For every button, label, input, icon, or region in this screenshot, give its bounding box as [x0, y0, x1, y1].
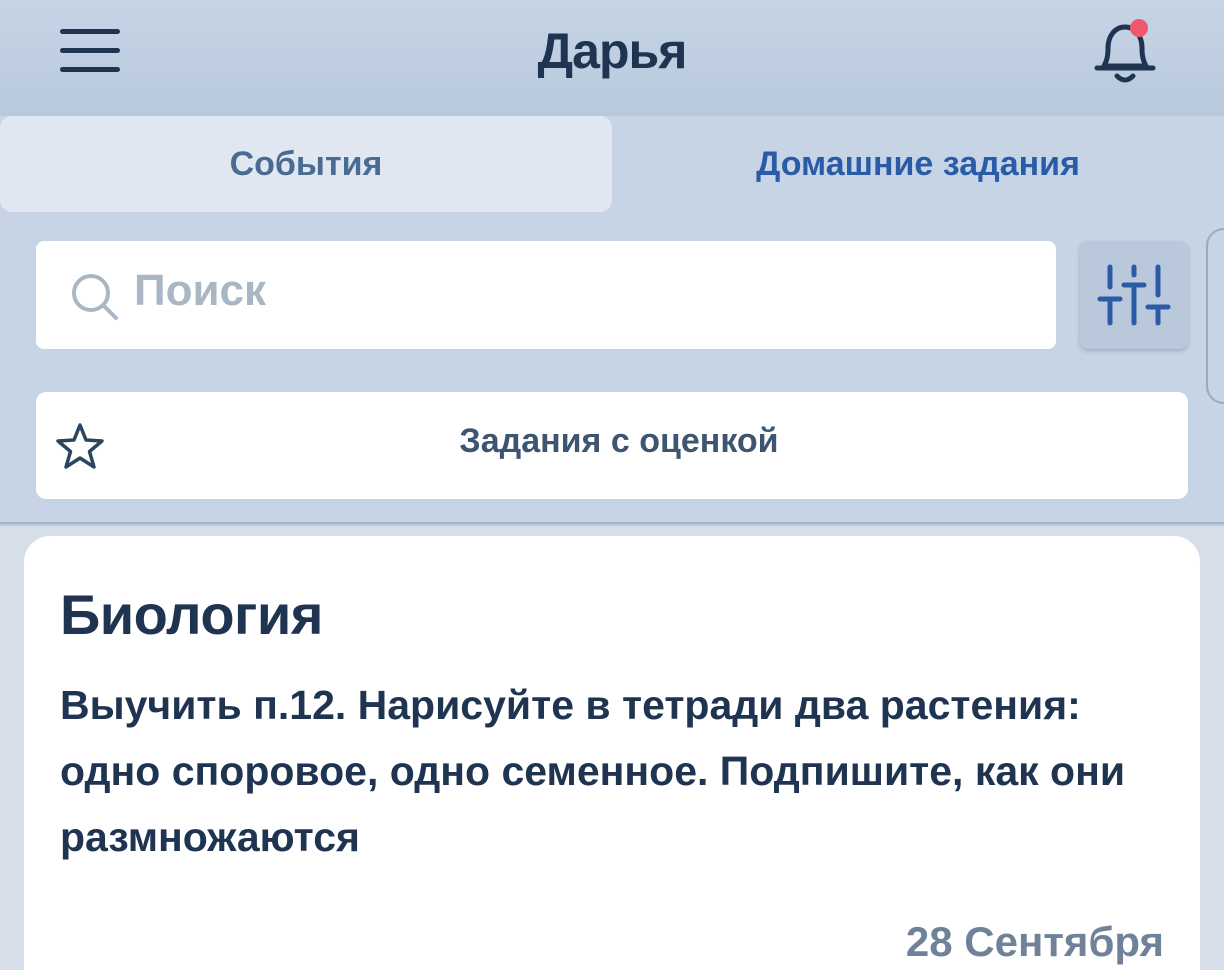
bell-icon-graphic [1094, 19, 1156, 83]
tabs-bar: События Домашние задания [0, 116, 1224, 212]
sliders-icon [1097, 264, 1171, 326]
homework-date: 28 Сентября [905, 918, 1164, 965]
tab-events[interactable]: События [0, 116, 612, 212]
search-placeholder: Поиск [134, 266, 267, 315]
side-panel-handle[interactable] [1206, 228, 1224, 404]
bell-icon[interactable] [1092, 16, 1158, 86]
filter-button[interactable] [1080, 241, 1188, 349]
app-header: Дарья [0, 0, 1224, 116]
notification-dot [1130, 19, 1148, 37]
tab-homework[interactable]: Домашние задания [612, 116, 1224, 212]
page-title: Дарья [537, 23, 688, 79]
search-icon [70, 272, 120, 322]
graded-tasks-label: Задания с оценкой [459, 422, 779, 460]
homework-task-text: Выучить п.12. Нарисуйте в тетради два ра… [60, 682, 1126, 860]
homework-subject: Биология [60, 583, 323, 646]
homework-screen: Дарья События Домашние задания Поиск Зад… [0, 0, 1224, 970]
